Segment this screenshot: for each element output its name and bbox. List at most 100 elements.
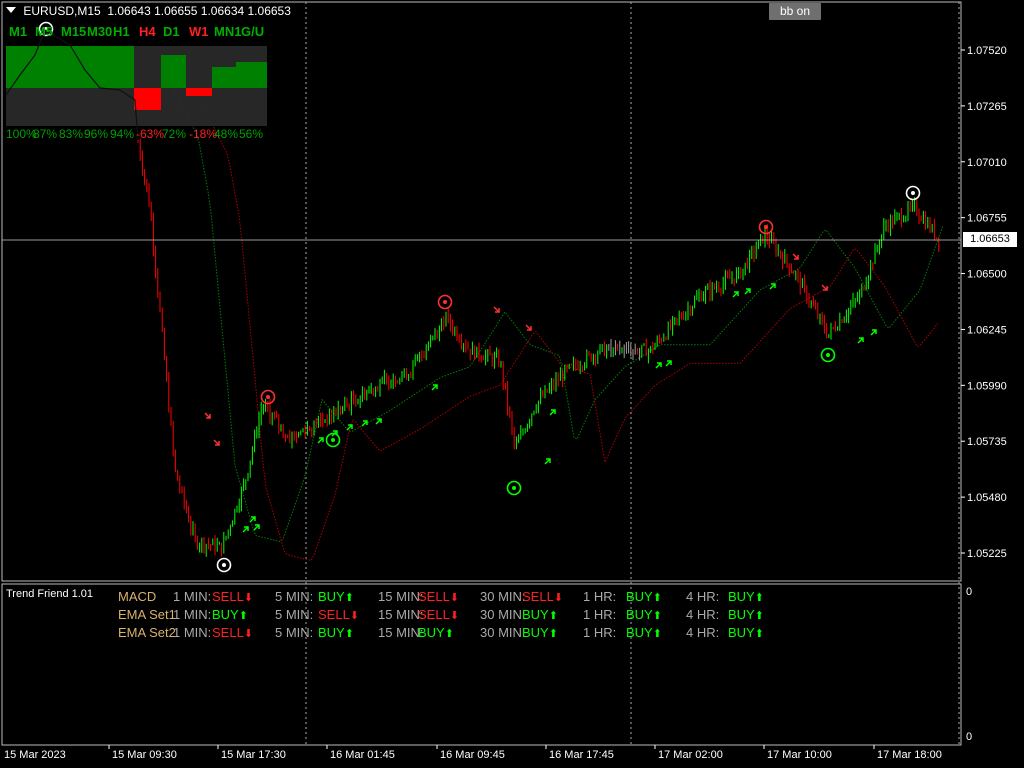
sell-signal: SELL⬇: [418, 607, 459, 622]
price-label: 1.05735: [967, 436, 1007, 448]
buy-signal: BUY⬆: [626, 607, 662, 622]
signal-timeframe-label: 1 MIN:: [173, 625, 212, 640]
signal-text: BUY: [728, 625, 755, 640]
timeframe-percent: 56%: [239, 127, 264, 141]
timeframe-label-w1: W1: [189, 24, 209, 39]
moving-average-slow: [199, 100, 939, 561]
price-label: 1.05480: [967, 492, 1007, 504]
buy-arrow-icon: [544, 458, 551, 465]
buy-arrow-icon: [769, 283, 776, 290]
buy-signal: BUY⬆: [522, 607, 558, 622]
indicator-title: Trend Friend 1.01: [6, 588, 94, 600]
arrow-up-icon: ⬆: [344, 592, 354, 604]
arrow-up-icon: ⬆: [754, 592, 764, 604]
signal-row-label: MACD: [118, 589, 157, 604]
signal-timeframe-label: 5 MIN:: [275, 589, 314, 604]
price-label: 1.07010: [967, 157, 1007, 169]
arrow-up-icon: ⬆: [238, 610, 248, 622]
signal-timeframe-label: 1 MIN:: [173, 607, 212, 622]
buy-arrow-icon: [870, 329, 877, 336]
strength-bar: [212, 67, 236, 88]
price-chart[interactable]: 1.07520 1.07265 1.07010 1.06755 1.06500 1.062…: [0, 0, 1024, 768]
buy-arrow-icon: [549, 409, 556, 416]
buy-signal: BUY⬆: [728, 607, 764, 622]
buy-signal: BUY⬆: [212, 607, 248, 622]
timeframe-percent: -63%: [136, 127, 165, 141]
sub-axis-zero-top: 0: [966, 586, 973, 598]
signal-timeframe-label: 5 MIN:: [275, 625, 314, 640]
swing-marker-dot: [443, 300, 447, 304]
chart-menu-icon[interactable]: [6, 7, 16, 13]
buy-signal: BUY⬆: [318, 589, 354, 604]
buy-arrow-icon: [253, 524, 260, 531]
swing-marker-dot: [911, 191, 915, 195]
signal-text: SELL: [212, 625, 244, 640]
sell-signal: SELL⬇: [522, 589, 563, 604]
timeframe-label-m30: M30: [87, 24, 113, 39]
arrow-down-icon: ⬇: [243, 592, 254, 604]
swing-marker-dot: [331, 438, 335, 442]
timeframe-label-m1: M1: [9, 24, 28, 39]
signal-timeframe-label: 5 MIN:: [275, 607, 314, 622]
swing-marker-dot: [764, 225, 768, 229]
sell-arrow-icon: [493, 306, 500, 313]
signal-timeframe-label: 1 MIN:: [173, 589, 212, 604]
price-label: 1.06755: [967, 213, 1007, 225]
arrow-down-icon: ⬇: [349, 610, 360, 622]
swing-marker-dot: [512, 486, 516, 490]
time-label: 15 Mar 2023: [4, 749, 66, 761]
timeframe-label-d1: D1: [163, 24, 180, 39]
price-label: 1.05225: [967, 548, 1007, 560]
time-label: 15 Mar 09:30: [112, 749, 177, 761]
sell-arrow-icon: [525, 324, 532, 331]
sell-signal: SELL⬇: [212, 625, 253, 640]
signal-timeframe-label: 30 MIN:: [480, 625, 526, 640]
signal-timeframe-label: 1 HR:: [583, 589, 617, 604]
bb-toggle-button[interactable]: bb on: [769, 3, 821, 20]
chart-header: EURUSD,M15 1.06643 1.06655 1.06634 1.066…: [6, 4, 291, 18]
buy-signal: BUY⬆: [318, 625, 354, 640]
signal-text: SELL: [522, 589, 554, 604]
moving-average-fast: [159, 75, 944, 543]
signal-text: BUY: [522, 625, 549, 640]
current-price-label: 1.06653: [963, 232, 1017, 247]
timeframe-label-g/u: G/U: [241, 24, 265, 39]
ohlc-values: 1.06643 1.06655 1.06634 1.06653: [107, 4, 291, 18]
timeframe-percent: -18%: [189, 127, 218, 141]
timeframe-label-m5: M5: [35, 24, 54, 39]
arrow-up-icon: ⬆: [344, 628, 354, 640]
arrow-up-icon: ⬆: [444, 628, 454, 640]
signal-timeframe-label: 4 HR:: [686, 607, 720, 622]
signal-text: BUY: [626, 625, 653, 640]
arrow-down-icon: ⬇: [449, 592, 460, 604]
sell-arrow-icon: [213, 439, 220, 446]
strength-bar: [161, 55, 186, 88]
signal-timeframe-label: 4 HR:: [686, 625, 720, 640]
price-label: 1.07265: [967, 101, 1007, 113]
arrow-up-icon: ⬆: [754, 610, 764, 622]
signal-timeframe-label: 30 MIN:: [480, 607, 526, 622]
timeframe-percent: 83%: [59, 127, 84, 141]
swing-marker-dot: [266, 395, 270, 399]
strength-bar: [134, 88, 161, 110]
arrow-up-icon: ⬆: [652, 592, 662, 604]
time-label: 17 Mar 10:00: [767, 749, 832, 761]
buy-signal: BUY⬆: [626, 625, 662, 640]
sell-arrow-icon: [792, 253, 799, 260]
timeframe-percent: 96%: [84, 127, 109, 141]
swing-marker-dot: [826, 353, 830, 357]
sell-signal: SELL⬇: [212, 589, 253, 604]
time-label: 16 Mar 17:45: [549, 749, 614, 761]
time-label: 16 Mar 01:45: [330, 749, 395, 761]
time-label: 17 Mar 18:00: [877, 749, 942, 761]
buy-arrow-icon: [744, 288, 751, 295]
signal-timeframe-label: 30 MIN:: [480, 589, 526, 604]
price-label: 1.06245: [967, 324, 1007, 336]
arrow-up-icon: ⬆: [652, 628, 662, 640]
sell-arrow-icon: [821, 284, 828, 291]
buy-arrow-icon: [857, 337, 864, 344]
arrow-down-icon: ⬇: [243, 628, 254, 640]
strength-bar: [236, 62, 267, 88]
buy-arrow-icon: [665, 360, 672, 367]
signal-timeframe-label: 1 HR:: [583, 625, 617, 640]
